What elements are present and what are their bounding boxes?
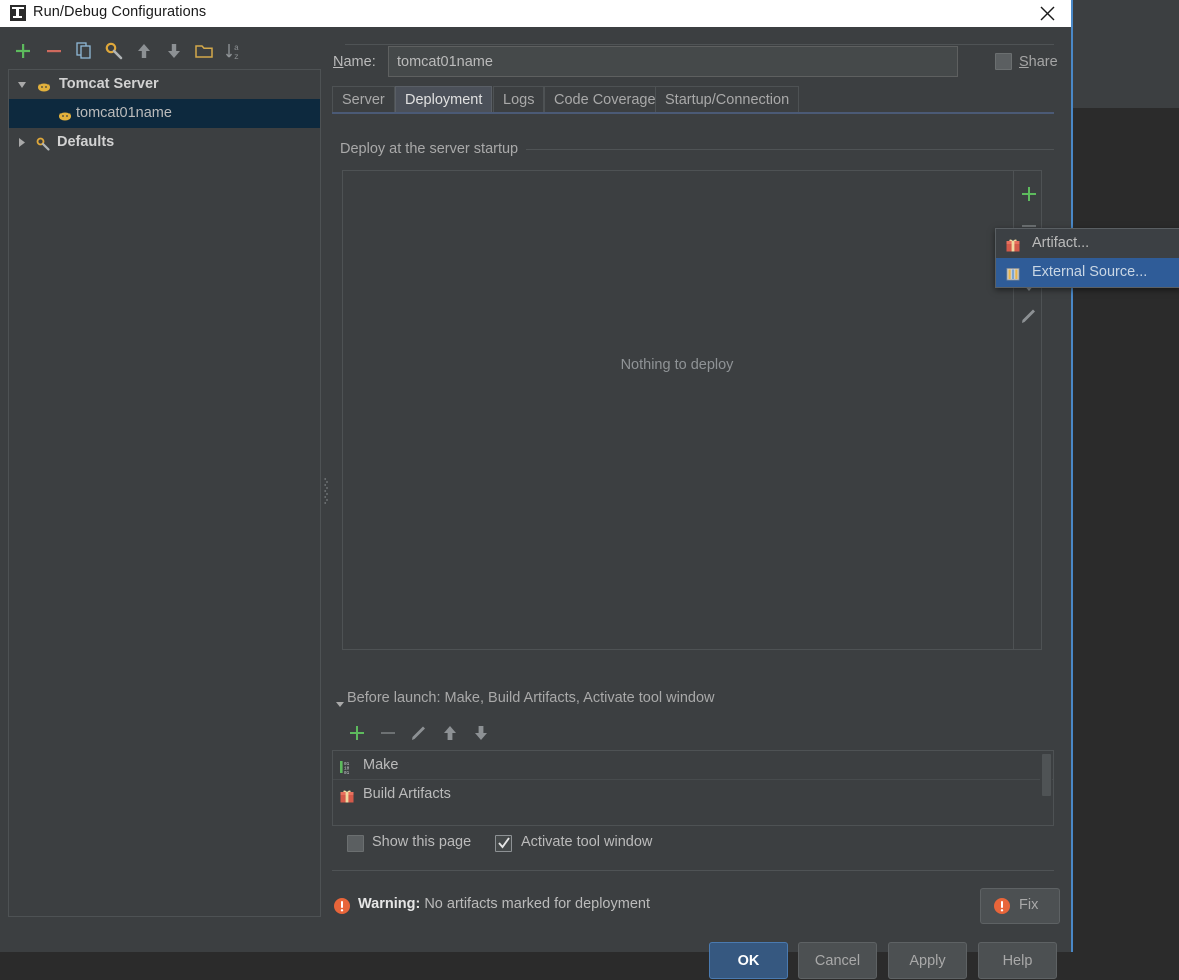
chevron-down-icon[interactable] bbox=[335, 696, 345, 714]
menu-item-external-source[interactable]: External Source... bbox=[996, 258, 1179, 287]
tab-logs[interactable]: Logs bbox=[493, 86, 545, 112]
splitter-grip-icon bbox=[324, 477, 328, 505]
tab-deployment[interactable]: Deployment bbox=[395, 86, 493, 112]
sort-configurations-button[interactable]: a z bbox=[222, 39, 246, 63]
task-row-make[interactable]: 01 10 01 Make bbox=[333, 751, 1053, 779]
menu-item-label: Artifact... bbox=[1032, 235, 1090, 251]
move-task-down-button[interactable] bbox=[470, 722, 492, 744]
configuration-tabs: Server Deployment Logs Code Coverage Sta… bbox=[332, 86, 1054, 113]
background-panel-row-1 bbox=[1071, 0, 1179, 35]
show-this-page-checkbox[interactable] bbox=[347, 835, 364, 852]
add-task-button[interactable] bbox=[346, 722, 368, 744]
background-panel-row-2 bbox=[1071, 34, 1179, 75]
fix-button[interactable]: Fix bbox=[980, 888, 1060, 924]
apply-button[interactable]: Apply bbox=[888, 942, 967, 979]
chevron-down-icon[interactable] bbox=[15, 70, 29, 99]
tab-startup-connection[interactable]: Startup/Connection bbox=[655, 86, 800, 112]
before-launch-task-list[interactable]: 01 10 01 Make Build Artifacts bbox=[332, 750, 1054, 826]
add-deployment-popup-menu[interactable]: Artifact... External Source... bbox=[995, 228, 1179, 288]
task-row-build-artifacts[interactable]: Build Artifacts bbox=[333, 779, 1053, 808]
tree-item-tomcat-server[interactable]: Tomcat Server bbox=[9, 70, 320, 99]
configurations-tree[interactable]: Tomcat Server tomcat01name Defaults bbox=[8, 69, 321, 917]
scrollbar-thumb[interactable] bbox=[1042, 754, 1051, 796]
warning-detail: No artifacts marked for deployment bbox=[424, 896, 650, 912]
warning-icon bbox=[333, 897, 351, 915]
chevron-right-icon[interactable] bbox=[15, 128, 29, 157]
dialog-body: a z Tomcat Server tomcat01name Defaults … bbox=[0, 27, 1179, 979]
activate-tool-window-label: Activate tool window bbox=[521, 834, 653, 850]
tab-code-coverage[interactable]: Code Coverage bbox=[544, 86, 666, 112]
tomcat-icon bbox=[36, 76, 52, 92]
name-label: Name: bbox=[333, 54, 376, 70]
artifact-icon bbox=[1005, 235, 1021, 252]
external-source-icon bbox=[1005, 264, 1021, 281]
share-checkbox[interactable] bbox=[995, 53, 1012, 70]
configuration-editor-panel: Name: Share Server Deployment Logs Code … bbox=[330, 35, 1179, 924]
before-launch-toolbar bbox=[338, 720, 638, 748]
edit-defaults-button[interactable] bbox=[102, 39, 126, 63]
tomcat-icon bbox=[57, 105, 73, 121]
name-input[interactable] bbox=[388, 46, 958, 77]
tree-item-label: Defaults bbox=[57, 134, 115, 150]
background-window-focus-border bbox=[1071, 0, 1073, 952]
svg-text:z: z bbox=[234, 53, 239, 62]
copy-configuration-button[interactable] bbox=[72, 39, 96, 63]
tree-item-defaults[interactable]: Defaults bbox=[9, 128, 320, 157]
before-launch-divider bbox=[345, 44, 1054, 45]
task-label: Make bbox=[363, 757, 399, 773]
menu-item-artifact[interactable]: Artifact... bbox=[996, 229, 1179, 258]
make-icon: 01 10 01 bbox=[339, 757, 355, 776]
help-button[interactable]: Help bbox=[978, 942, 1057, 979]
move-up-button[interactable] bbox=[132, 39, 156, 63]
menu-item-label: External Source... bbox=[1032, 264, 1148, 280]
tree-item-label: Tomcat Server bbox=[59, 76, 159, 92]
background-panel-row-3 bbox=[1071, 74, 1179, 109]
before-launch-caption: Before launch: Make, Build Artifacts, Ac… bbox=[347, 690, 723, 706]
svg-text:a: a bbox=[234, 44, 239, 53]
tree-item-label: tomcat01name bbox=[76, 105, 172, 121]
configurations-toolbar: a z bbox=[6, 35, 316, 66]
close-icon[interactable] bbox=[1025, 0, 1071, 27]
dialog-footer: OK Cancel Apply Help bbox=[0, 942, 1071, 979]
tab-server[interactable]: Server bbox=[332, 86, 395, 112]
deployment-empty-message: Nothing to deploy bbox=[620, 357, 734, 373]
sidebar-splitter[interactable] bbox=[322, 69, 330, 917]
dialog-title-bar: Run/Debug Configurations bbox=[0, 0, 1071, 28]
tab-active-underline bbox=[332, 112, 1054, 114]
move-down-button[interactable] bbox=[162, 39, 186, 63]
warning-message: Warning: No artifacts marked for deploym… bbox=[358, 896, 650, 912]
intellij-idea-icon bbox=[10, 5, 26, 21]
add-deployment-button[interactable] bbox=[1018, 183, 1040, 205]
move-task-up-button[interactable] bbox=[439, 722, 461, 744]
share-label: Share bbox=[1019, 54, 1058, 70]
fix-button-label: Fix bbox=[1019, 897, 1039, 913]
edit-deployment-button[interactable] bbox=[1018, 305, 1040, 327]
footer-divider bbox=[332, 870, 1054, 871]
wrench-icon bbox=[35, 134, 51, 151]
ok-button[interactable]: OK bbox=[709, 942, 788, 979]
warning-prefix: Warning: bbox=[358, 896, 421, 912]
activate-tool-window-checkbox[interactable] bbox=[495, 835, 512, 852]
dialog-title: Run/Debug Configurations bbox=[33, 4, 207, 20]
deployment-list-panel[interactable]: Nothing to deploy bbox=[342, 170, 1042, 650]
show-this-page-label: Show this page bbox=[372, 834, 472, 850]
artifact-icon bbox=[339, 786, 355, 803]
before-launch-options: Show this page Activate tool window bbox=[332, 830, 1054, 858]
remove-task-button[interactable] bbox=[377, 722, 399, 744]
cancel-button[interactable]: Cancel bbox=[798, 942, 877, 979]
run-debug-configurations-dialog: Run/Debug Configurations a z Tomcat Serv… bbox=[0, 0, 1179, 979]
before-launch-header[interactable]: Before launch: Make, Build Artifacts, Ac… bbox=[332, 690, 1054, 710]
create-folder-button[interactable] bbox=[192, 39, 216, 63]
task-list-scrollbar[interactable] bbox=[1040, 752, 1052, 825]
deploy-section-caption: Deploy at the server startup bbox=[340, 141, 527, 157]
add-configuration-button[interactable] bbox=[11, 39, 35, 63]
svg-text:01: 01 bbox=[344, 771, 350, 775]
task-label: Build Artifacts bbox=[363, 786, 451, 802]
edit-task-button[interactable] bbox=[408, 722, 430, 744]
remove-configuration-button[interactable] bbox=[42, 39, 66, 63]
warning-icon bbox=[993, 897, 1011, 915]
tree-item-tomcat01name[interactable]: tomcat01name bbox=[9, 99, 320, 128]
